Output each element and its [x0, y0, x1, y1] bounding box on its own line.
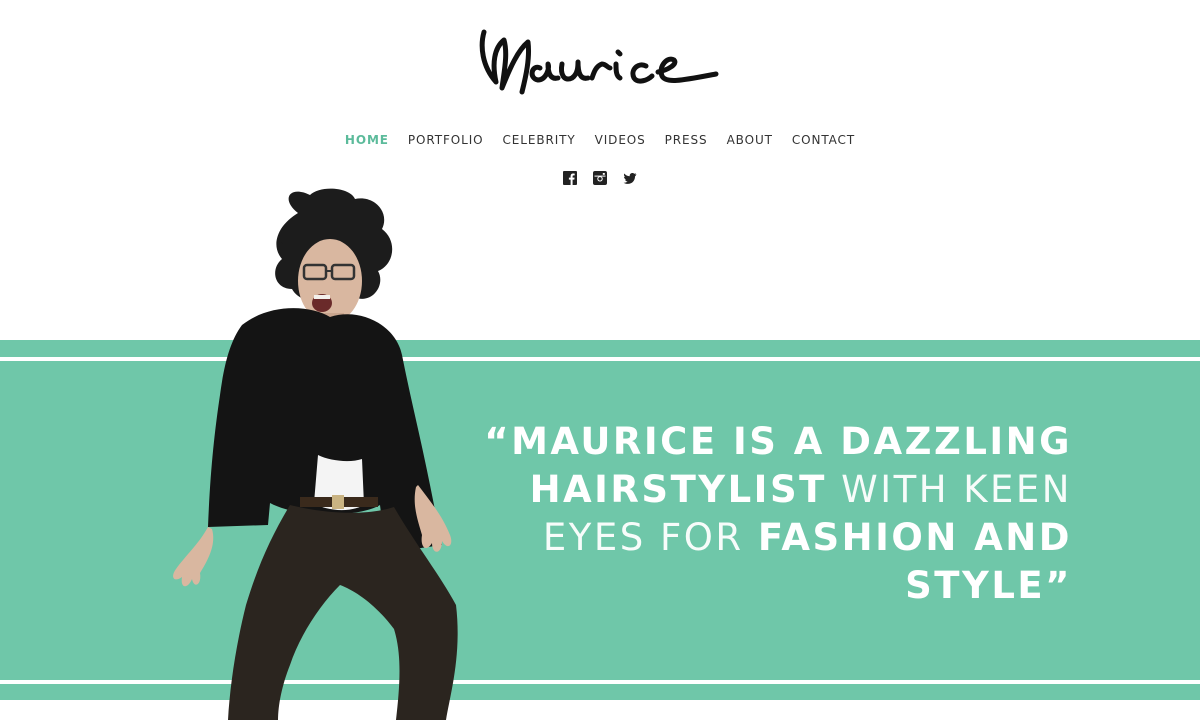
- nav-item-portfolio[interactable]: PORTFOLIO: [398, 132, 493, 148]
- hairstylist-photo: [173, 188, 458, 720]
- nav-item-videos[interactable]: VIDEOS: [585, 132, 655, 148]
- quote-part-3: WITH KEEN: [841, 468, 1072, 511]
- quote-part-5: FASHION AND: [757, 516, 1072, 559]
- quote-part-1: “MAURICE IS A DAZZLING: [484, 420, 1072, 463]
- nav-item-contact[interactable]: CONTACT: [782, 132, 864, 148]
- maurice-logo[interactable]: [470, 14, 730, 118]
- nav-item-home[interactable]: HOME: [335, 132, 398, 148]
- hero-quote: “MAURICE IS A DAZZLING HAIRSTYLIST WITH …: [452, 418, 1072, 610]
- nav-item-about[interactable]: ABOUT: [717, 132, 782, 148]
- quote-part-2: HAIRSTYLIST: [529, 468, 827, 511]
- nav-item-celebrity[interactable]: CELEBRITY: [493, 132, 585, 148]
- twitter-icon[interactable]: [623, 171, 637, 185]
- facebook-icon[interactable]: [563, 171, 577, 185]
- instagram-icon[interactable]: [593, 171, 607, 185]
- nav-item-press[interactable]: PRESS: [655, 132, 717, 148]
- quote-part-6: STYLE”: [905, 564, 1072, 607]
- main-nav: HOME PORTFOLIO CELEBRITY VIDEOS PRESS AB…: [0, 132, 1200, 148]
- quote-part-4: EYES FOR: [542, 516, 744, 559]
- social-links: [0, 171, 1200, 185]
